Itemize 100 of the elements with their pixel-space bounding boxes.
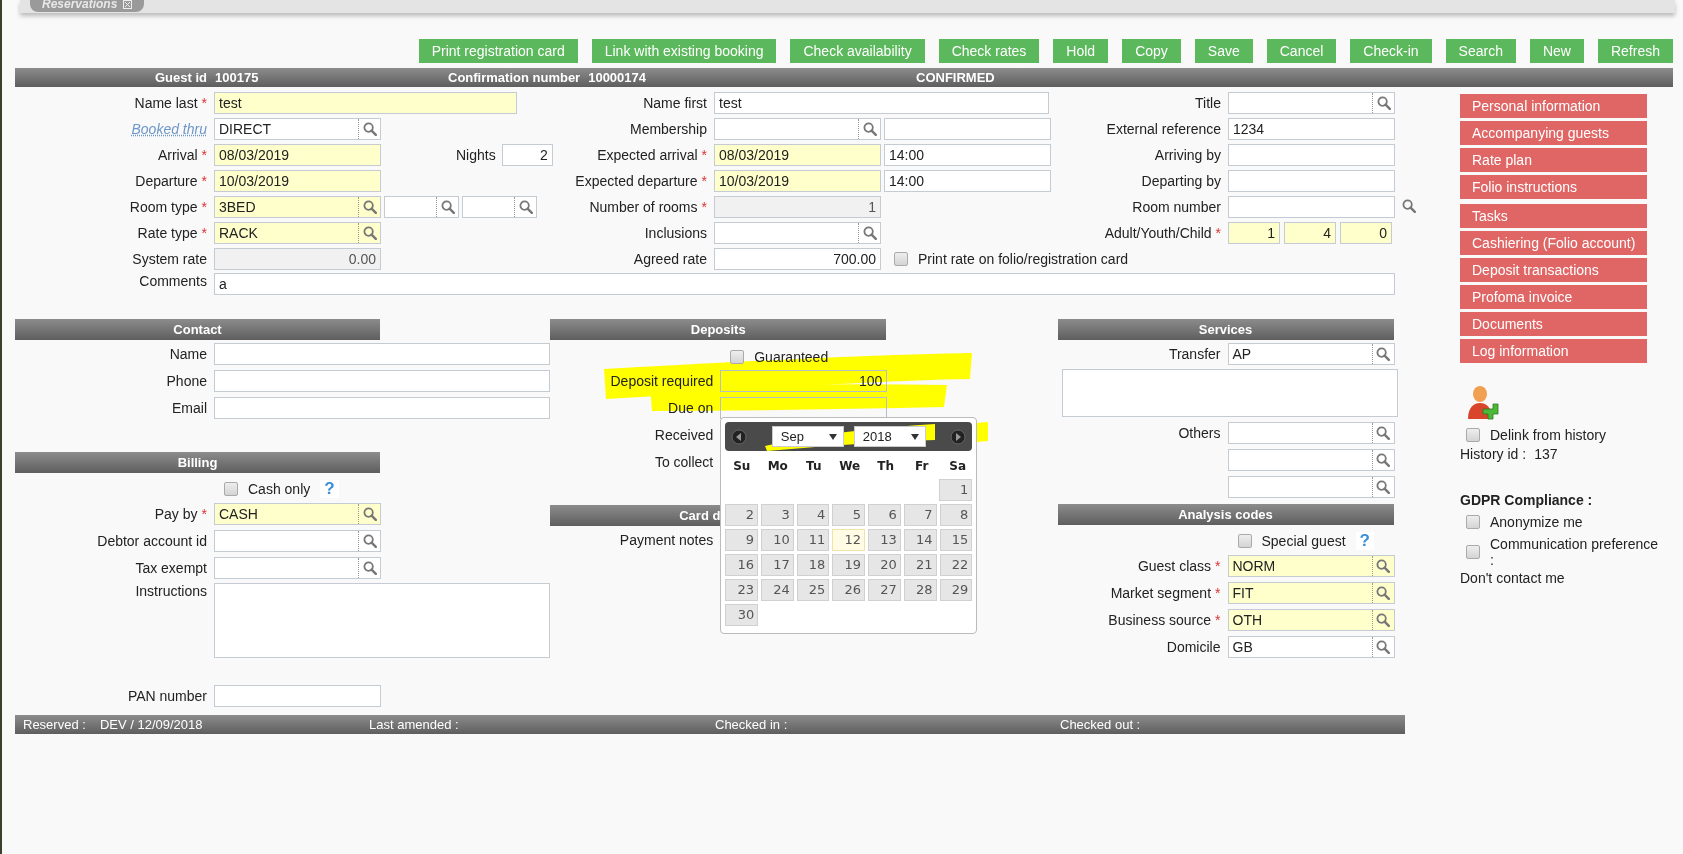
calendar-day[interactable]: 11 (796, 529, 830, 551)
search-icon[interactable] (1376, 639, 1390, 654)
calendar-day[interactable]: 18 (796, 554, 830, 576)
calendar-day[interactable]: 26 (832, 579, 866, 601)
calendar-day[interactable]: 25 (796, 579, 830, 601)
calendar-day[interactable]: 24 (760, 579, 794, 601)
search-icon[interactable] (362, 122, 377, 136)
search-icon[interactable] (1376, 479, 1390, 494)
calendar-day[interactable]: 28 (903, 579, 937, 601)
sidebar-button[interactable]: Folio instructions (1460, 175, 1647, 199)
search-icon[interactable] (1376, 558, 1390, 573)
calendar-day[interactable]: 29 (939, 579, 973, 601)
lookup-field[interactable]: GB (1227, 635, 1395, 658)
input-field[interactable]: 10/03/2019 (214, 170, 381, 192)
calendar-day[interactable]: 21 (903, 554, 937, 576)
search-icon[interactable] (362, 560, 377, 575)
caret-icon[interactable] (910, 433, 919, 440)
lookup-field[interactable]: DIRECT (214, 118, 381, 140)
sidebar-button[interactable]: Rate plan (1460, 148, 1647, 172)
search-icon[interactable] (1402, 198, 1416, 213)
input-field[interactable]: 08/03/2019 (714, 144, 881, 166)
lookup-field[interactable] (1227, 421, 1395, 444)
calendar-day[interactable]: 22 (939, 554, 973, 576)
checkbox[interactable] (730, 350, 745, 364)
calendar-day[interactable]: 17 (760, 554, 794, 576)
calendar-day[interactable]: 15 (939, 529, 973, 551)
search-icon[interactable] (1376, 96, 1391, 110)
search-icon[interactable] (362, 226, 377, 240)
lookup-field[interactable]: FIT (1227, 581, 1395, 604)
input-field[interactable] (1228, 170, 1395, 192)
calendar-day[interactable]: 4 (796, 504, 830, 526)
sidebar-button[interactable]: Tasks (1460, 204, 1647, 228)
lookup-field[interactable]: OTH (1227, 608, 1395, 631)
input-field[interactable]: 1 (1228, 222, 1280, 244)
sidebar-button[interactable]: Profoma invoice (1460, 285, 1647, 309)
sidebar-button[interactable]: Deposit transactions (1460, 258, 1647, 282)
sidebar-button[interactable]: Log information (1460, 339, 1647, 363)
year-select[interactable]: 2018 (853, 426, 926, 447)
input-field[interactable] (1228, 196, 1395, 218)
search-icon[interactable] (862, 226, 877, 240)
calendar-day[interactable]: 10 (760, 529, 794, 551)
input-field[interactable] (1228, 144, 1395, 166)
previous-month-icon[interactable] (731, 428, 748, 445)
sidebar-button[interactable]: Cashiering (Folio account) (1460, 231, 1647, 255)
calendar-day[interactable]: 5 (832, 504, 866, 526)
search-icon[interactable] (1376, 452, 1390, 467)
calendar-day[interactable]: 20 (868, 554, 901, 576)
lookup-field[interactable]: 3BED (214, 196, 381, 218)
checkbox[interactable] (894, 252, 908, 266)
search-icon[interactable] (518, 200, 533, 214)
close-icon[interactable] (123, 0, 133, 9)
checkbox[interactable] (1466, 428, 1480, 442)
calendar-day[interactable]: 16 (725, 554, 758, 576)
input-field[interactable]: 0 (1340, 222, 1392, 244)
comments-field[interactable]: a (214, 273, 1395, 295)
lookup-field[interactable]: RACK (214, 222, 381, 244)
input-field[interactable]: 08/03/2019 (214, 144, 381, 166)
lookup-field[interactable]: NORM (1227, 554, 1395, 577)
lookup-field[interactable] (1227, 448, 1395, 471)
checkbox[interactable] (1466, 545, 1480, 559)
input-field[interactable]: 1 (714, 196, 881, 218)
calendar-day[interactable]: 2 (725, 504, 758, 526)
search-icon[interactable] (1376, 346, 1390, 361)
checkbox[interactable] (1466, 515, 1480, 529)
sidebar-button[interactable]: Personal information (1460, 94, 1647, 118)
lookup-field[interactable]: AP (1227, 342, 1395, 365)
input-field[interactable]: 10/03/2019 (714, 170, 881, 192)
lookup-field[interactable] (214, 529, 381, 552)
input-field[interactable]: 1234 (1228, 118, 1395, 140)
sidebar-button[interactable]: Documents (1460, 312, 1647, 336)
calendar-day[interactable]: 14 (903, 529, 937, 551)
lookup-field[interactable] (714, 222, 881, 244)
input-field[interactable] (214, 396, 550, 419)
month-select[interactable]: Sep (771, 426, 844, 447)
search-icon[interactable] (1376, 585, 1390, 600)
help-icon[interactable]: ? (320, 480, 339, 498)
search-icon[interactable] (362, 506, 377, 521)
input-field[interactable]: test (714, 92, 1049, 114)
calendar-day[interactable]: 9 (725, 529, 758, 551)
input-field[interactable] (214, 369, 550, 392)
input-field[interactable]: 0.00 (214, 248, 381, 270)
search-icon[interactable] (1376, 612, 1390, 627)
lookup-field[interactable] (214, 556, 381, 579)
help-icon[interactable]: ? (1355, 532, 1374, 550)
lookup-field[interactable] (714, 118, 881, 140)
lookup-field[interactable] (1228, 92, 1395, 114)
next-month-icon[interactable] (950, 428, 967, 445)
search-icon[interactable] (862, 122, 877, 136)
add-person-icon[interactable] (1466, 385, 1500, 423)
calendar-day[interactable]: 8 (939, 504, 973, 526)
search-icon[interactable] (1376, 425, 1390, 440)
checkbox[interactable] (224, 482, 238, 496)
calendar-day[interactable]: 23 (725, 579, 758, 601)
search-icon[interactable] (440, 200, 455, 214)
input-field[interactable]: 2 (501, 144, 553, 166)
caret-icon[interactable] (828, 433, 837, 440)
calendar-day[interactable]: 30 (725, 604, 759, 626)
lookup-field[interactable] (1227, 475, 1395, 498)
input-field[interactable]: test (214, 92, 517, 114)
lookup-field[interactable] (384, 196, 459, 218)
